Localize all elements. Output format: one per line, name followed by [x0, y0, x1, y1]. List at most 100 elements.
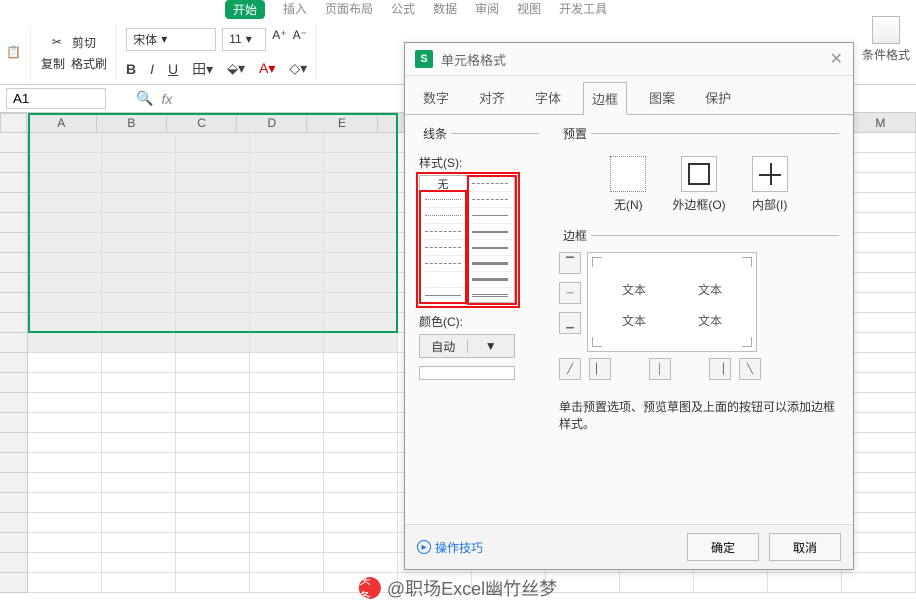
tab-view[interactable]: 视图 [517, 0, 541, 19]
style-opt[interactable] [420, 256, 467, 272]
cell[interactable] [176, 393, 250, 413]
cell[interactable] [28, 153, 102, 173]
row-header[interactable] [0, 133, 28, 153]
row-header[interactable] [0, 533, 28, 553]
style-opt[interactable] [467, 240, 514, 256]
col-header[interactable]: B [97, 113, 167, 133]
cell[interactable] [176, 413, 250, 433]
fx-icon[interactable]: fx [161, 91, 172, 107]
cell[interactable] [250, 173, 324, 193]
cell[interactable] [324, 273, 398, 293]
cell[interactable] [28, 373, 102, 393]
border-button[interactable]: 田▾ [192, 59, 213, 79]
cell[interactable] [102, 213, 176, 233]
border-bottom-button[interactable]: ▁ [559, 312, 581, 334]
style-none[interactable]: 无 [420, 176, 467, 192]
cell[interactable] [250, 133, 324, 153]
font-name-dropdown[interactable]: 宋体▾ [126, 28, 216, 51]
increase-font-icon[interactable]: A⁺ [272, 28, 286, 51]
cell[interactable] [28, 353, 102, 373]
tab-review[interactable]: 审阅 [475, 0, 499, 19]
ok-button[interactable]: 确定 [687, 533, 759, 561]
font-size-dropdown[interactable]: 11▾ [222, 28, 266, 51]
style-opt[interactable] [467, 176, 514, 192]
cell[interactable] [28, 333, 102, 353]
tab-formula[interactable]: 公式 [391, 0, 415, 19]
col-header[interactable]: C [167, 113, 237, 133]
cell[interactable] [324, 233, 398, 253]
cell[interactable] [250, 213, 324, 233]
cell[interactable] [250, 573, 324, 593]
copy-button[interactable]: 复制 [41, 55, 65, 72]
cell[interactable] [176, 433, 250, 453]
style-opt[interactable] [467, 192, 514, 208]
cell[interactable] [28, 173, 102, 193]
cell[interactable] [102, 133, 176, 153]
cell[interactable] [28, 393, 102, 413]
col-header[interactable]: M [846, 113, 916, 133]
cell[interactable] [250, 253, 324, 273]
cell[interactable] [250, 553, 324, 573]
name-box[interactable] [6, 88, 106, 109]
cell[interactable] [102, 553, 176, 573]
cell[interactable] [28, 413, 102, 433]
cell[interactable] [324, 133, 398, 153]
tab-font[interactable]: 字体 [527, 82, 569, 115]
row-header[interactable] [0, 513, 28, 533]
cell[interactable] [250, 193, 324, 213]
cell[interactable] [250, 433, 324, 453]
cell[interactable] [768, 573, 842, 593]
cell[interactable] [102, 153, 176, 173]
cell[interactable] [102, 473, 176, 493]
row-header[interactable] [0, 153, 28, 173]
cell[interactable] [176, 153, 250, 173]
cell[interactable] [102, 253, 176, 273]
border-vmid-button[interactable]: │ [649, 358, 671, 380]
cell[interactable] [250, 273, 324, 293]
style-opt[interactable] [420, 224, 467, 240]
cell[interactable] [176, 553, 250, 573]
cell[interactable] [250, 393, 324, 413]
cell[interactable] [28, 193, 102, 213]
cell[interactable] [176, 573, 250, 593]
col-header[interactable]: A [27, 113, 97, 133]
row-header[interactable] [0, 393, 28, 413]
border-diag2-button[interactable]: ╲ [739, 358, 761, 380]
cond-format-icon[interactable] [872, 16, 900, 44]
cell[interactable] [324, 313, 398, 333]
cell[interactable] [28, 313, 102, 333]
cell[interactable] [176, 453, 250, 473]
cell[interactable] [250, 473, 324, 493]
cell[interactable] [102, 173, 176, 193]
cell[interactable] [102, 393, 176, 413]
cell[interactable] [250, 513, 324, 533]
cell[interactable] [176, 253, 250, 273]
cell[interactable] [324, 373, 398, 393]
row-header[interactable] [0, 413, 28, 433]
close-icon[interactable]: ✕ [830, 49, 843, 69]
decrease-font-icon[interactable]: A⁻ [293, 28, 307, 51]
cell[interactable] [102, 273, 176, 293]
tab-start[interactable]: 开始 [225, 0, 265, 19]
style-opt[interactable] [420, 288, 467, 304]
style-opt[interactable] [467, 256, 514, 272]
cell[interactable] [324, 393, 398, 413]
col-header[interactable]: E [307, 113, 377, 133]
row-header[interactable] [0, 453, 28, 473]
cell[interactable] [176, 273, 250, 293]
preset-none-button[interactable]: 无(N) [610, 156, 646, 213]
cell[interactable] [28, 493, 102, 513]
cell[interactable] [176, 493, 250, 513]
row-header[interactable] [0, 553, 28, 573]
cell[interactable] [324, 213, 398, 233]
cell[interactable] [250, 453, 324, 473]
cell[interactable] [176, 313, 250, 333]
cell[interactable] [324, 173, 398, 193]
cell[interactable] [102, 453, 176, 473]
line-style-picker[interactable]: 无 [419, 175, 515, 303]
tab-data[interactable]: 数据 [433, 0, 457, 19]
underline-button[interactable]: U [168, 61, 178, 77]
font-color-button[interactable]: A▾ [259, 60, 275, 77]
cell[interactable] [250, 493, 324, 513]
tab-dev[interactable]: 开发工具 [559, 0, 607, 19]
